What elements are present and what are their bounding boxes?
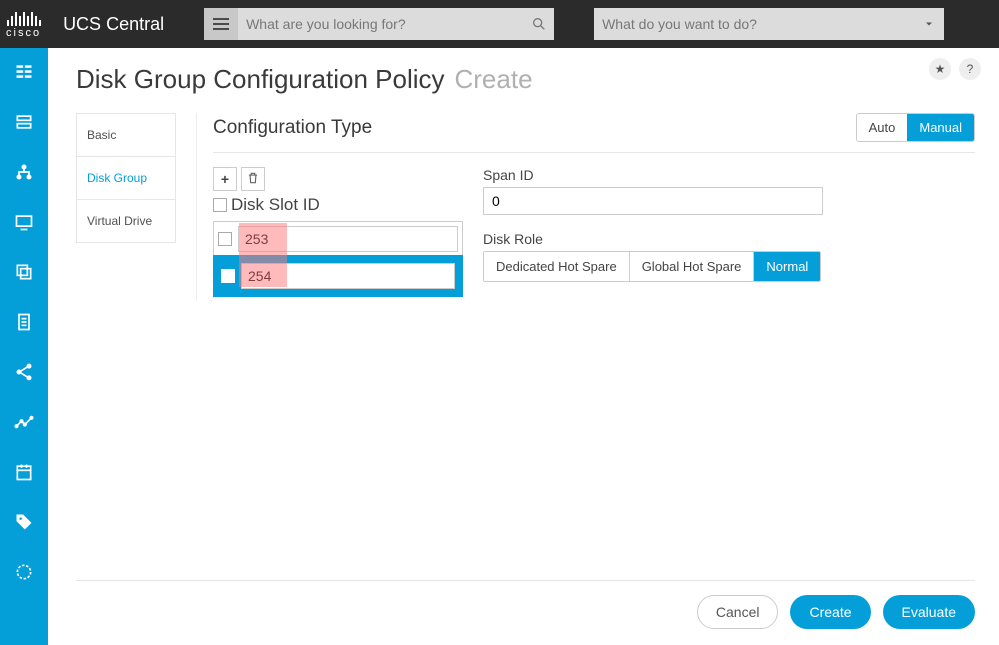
trash-icon [246, 171, 260, 188]
search-icon[interactable] [524, 16, 554, 32]
rail-servers-icon[interactable] [12, 60, 36, 84]
search-menu-button[interactable] [204, 8, 238, 40]
rail-refresh-icon[interactable] [12, 560, 36, 584]
main-panel: ★ ? Disk Group Configuration Policy Crea… [48, 48, 999, 645]
create-button[interactable]: Create [790, 595, 870, 629]
config-main: Configuration Type Auto Manual + [196, 113, 975, 301]
add-button[interactable]: + [213, 167, 237, 191]
disk-role-label: Disk Role [483, 231, 823, 247]
nav-rail [0, 48, 48, 645]
page-title-suffix: Create [455, 64, 533, 95]
disk-role-normal[interactable]: Normal [754, 252, 820, 281]
product-name: UCS Central [63, 14, 164, 35]
mode-button-manual[interactable]: Manual [907, 114, 974, 141]
disk-slot-list [213, 221, 463, 297]
row-checkbox[interactable] [218, 232, 232, 246]
disk-slot-detail: Span ID Disk Role Dedicated Hot Spare Gl… [483, 167, 823, 282]
span-id-input[interactable] [483, 187, 823, 215]
rail-tag-icon[interactable] [12, 510, 36, 534]
disk-slot-header: Disk Slot ID [231, 195, 320, 215]
search-input[interactable] [238, 8, 524, 40]
sidenav-item-basic[interactable]: Basic [77, 114, 175, 157]
dialog-footer: Cancel Create Evaluate [76, 580, 975, 645]
rail-share-icon[interactable] [12, 360, 36, 384]
disk-role-dedicated[interactable]: Dedicated Hot Spare [484, 252, 630, 281]
sidenav-item-virtual-drive[interactable]: Virtual Drive [77, 200, 175, 242]
wizard-sidenav: Basic Disk Group Virtual Drive [76, 113, 176, 243]
rail-storage-icon[interactable] [12, 110, 36, 134]
topbar: cisco UCS Central [0, 0, 999, 48]
rail-display-icon[interactable] [12, 210, 36, 234]
favorite-button[interactable]: ★ [929, 58, 951, 80]
disk-slot-input[interactable] [241, 263, 455, 289]
rail-document-icon[interactable] [12, 310, 36, 334]
config-mode-toggle: Auto Manual [856, 113, 975, 142]
section-title: Configuration Type [213, 117, 372, 139]
disk-slot-row[interactable] [213, 255, 463, 297]
plus-icon: + [221, 171, 229, 187]
rail-analytics-icon[interactable] [12, 410, 36, 434]
action-search [594, 8, 944, 40]
page-title: Disk Group Configuration Policy [76, 64, 445, 95]
row-checkbox[interactable] [221, 269, 235, 283]
action-dropdown-button[interactable] [914, 18, 944, 30]
hamburger-icon [213, 18, 229, 30]
global-search [204, 8, 554, 40]
select-all-checkbox[interactable] [213, 198, 227, 212]
action-input[interactable] [594, 8, 914, 40]
delete-button[interactable] [241, 167, 265, 191]
disk-slot-row[interactable] [214, 222, 462, 256]
help-button[interactable]: ? [959, 58, 981, 80]
disk-slot-input[interactable] [238, 226, 458, 252]
disk-role-toggle: Dedicated Hot Spare Global Hot Spare Nor… [483, 251, 821, 282]
rail-copy-icon[interactable] [12, 260, 36, 284]
mode-button-auto[interactable]: Auto [857, 114, 908, 141]
vendor-name: cisco [6, 28, 41, 39]
disk-slot-panel: + Disk Slot ID [213, 167, 463, 297]
rail-network-icon[interactable] [12, 160, 36, 184]
rail-calendar-icon[interactable] [12, 460, 36, 484]
vendor-logo: cisco [6, 10, 41, 39]
cancel-button[interactable]: Cancel [697, 595, 779, 629]
sidenav-item-disk-group[interactable]: Disk Group [77, 157, 175, 200]
evaluate-button[interactable]: Evaluate [883, 595, 975, 629]
disk-role-global[interactable]: Global Hot Spare [630, 252, 755, 281]
span-id-label: Span ID [483, 167, 823, 183]
